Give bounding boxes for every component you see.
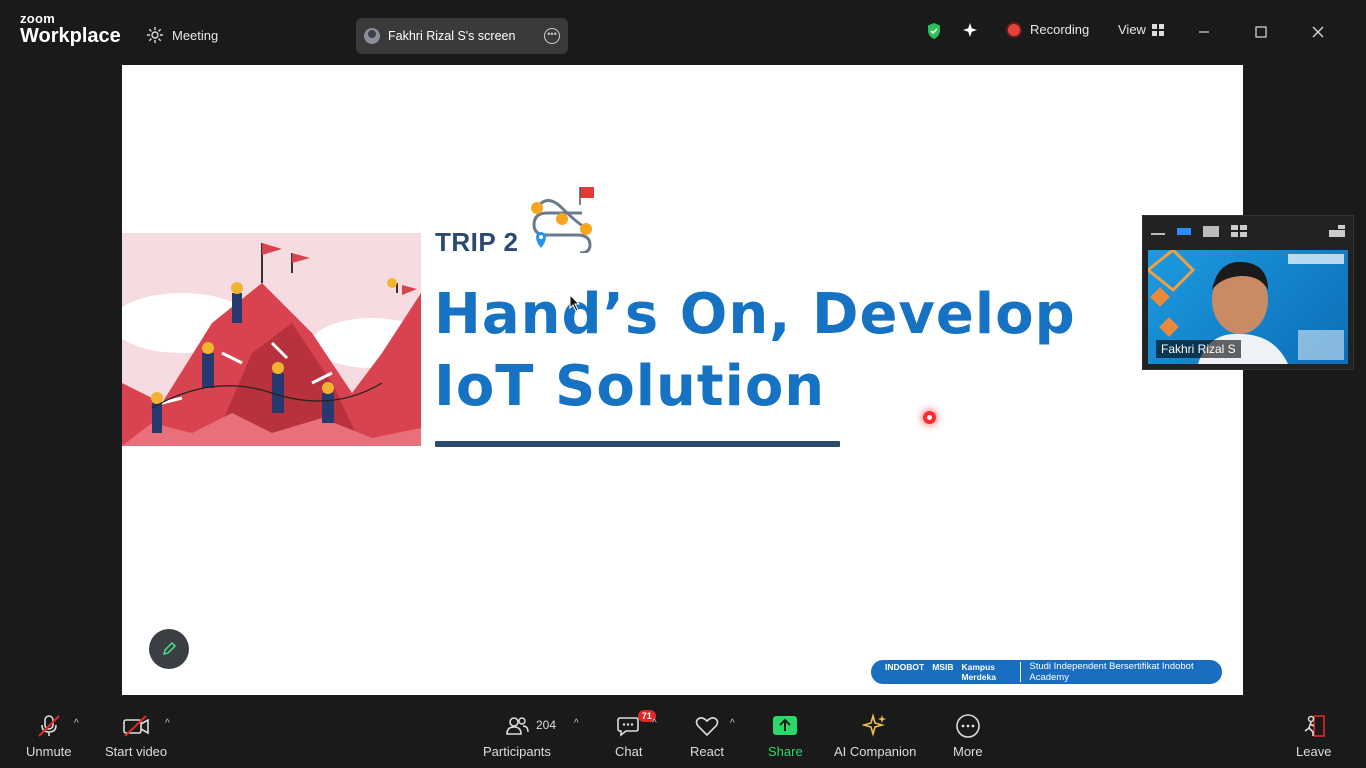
security-shield-icon[interactable]: [926, 22, 942, 40]
zoom-logo: zoom Workplace: [20, 12, 121, 46]
more-ellipsis-icon: [955, 712, 981, 740]
laser-pointer-icon: [923, 411, 936, 424]
more-options-icon[interactable]: •••: [544, 28, 560, 44]
meeting-label: Meeting: [172, 27, 219, 43]
share-button[interactable]: Share: [768, 712, 803, 759]
more-label: More: [953, 744, 983, 759]
minimize-video-icon[interactable]: [1151, 233, 1165, 235]
chat-icon: 71: [616, 710, 656, 740]
pop-out-icon[interactable]: [1329, 225, 1345, 237]
top-bar: zoom Workplace Meeting Fakhri Rizal S's …: [0, 0, 1366, 66]
zoom-window: zoom Workplace Meeting Fakhri Rizal S's …: [0, 0, 1366, 768]
video-off-icon: [122, 712, 150, 740]
speaker-view-icon[interactable]: [1177, 227, 1191, 235]
meeting-info-button[interactable]: Meeting: [146, 26, 218, 44]
footer-text: Studi Independent Bersertifikat Indobot …: [1029, 661, 1194, 683]
grid-view-icon: [1151, 23, 1164, 36]
heart-icon: [694, 712, 720, 740]
annotate-pen-button[interactable]: [149, 629, 189, 669]
recording-dot-icon: [1008, 23, 1020, 36]
leave-label: Leave: [1296, 744, 1332, 759]
view-button[interactable]: View: [1118, 22, 1164, 37]
chat-button[interactable]: 71 Chat: [615, 710, 656, 759]
recording-label: Recording: [1030, 22, 1090, 37]
screen-share-pill[interactable]: Fakhri Rizal S's screen •••: [356, 18, 568, 54]
participants-icon: [504, 712, 530, 740]
participants-label: Participants: [483, 744, 551, 759]
logo-workplace-text: Workplace: [20, 25, 121, 47]
headline-line-2: IoT Solution: [434, 354, 826, 419]
slide-headline: Hand’s On, Develop IoT Solution: [434, 279, 1076, 423]
share-screen-icon: [772, 712, 798, 740]
react-options-chevron-icon[interactable]: ^: [730, 718, 735, 729]
screen-share-label: Fakhri Rizal S's screen: [388, 29, 516, 43]
participant-name-tag: Fakhri Rizal S: [1156, 340, 1241, 358]
meeting-info-icon: [147, 27, 163, 43]
unmute-button[interactable]: Unmute: [26, 712, 72, 759]
participant-video: Fakhri Rizal S: [1148, 250, 1348, 364]
mountain-climbing-illustration: [122, 233, 421, 446]
maximize-window-icon[interactable]: [1253, 24, 1269, 40]
participants-options-chevron-icon[interactable]: ^: [574, 718, 579, 729]
unmute-label: Unmute: [26, 744, 72, 759]
route-map-icon: [531, 187, 594, 253]
react-button[interactable]: React: [690, 712, 724, 759]
logo-zoom-text: zoom: [20, 11, 56, 26]
leave-door-icon: [1301, 712, 1327, 740]
start-video-button[interactable]: Start video: [105, 712, 167, 759]
participants-count: 204: [536, 718, 557, 732]
chat-label: Chat: [615, 744, 643, 759]
thumbnail-view-icon[interactable]: [1203, 225, 1219, 237]
kampus-merdeka-logo-text: Kampus Merdeka: [961, 662, 996, 682]
trip-label: TRIP 2: [435, 227, 519, 257]
participant-video-thumbnail[interactable]: Fakhri Rizal S: [1142, 215, 1354, 370]
headline-underline: [435, 441, 840, 447]
microphone-muted-icon: [36, 712, 62, 740]
chat-options-chevron-icon[interactable]: ^: [652, 718, 657, 729]
video-options-chevron-icon[interactable]: ^: [165, 718, 170, 729]
recording-indicator[interactable]: Recording: [1008, 22, 1089, 37]
view-label: View: [1118, 22, 1146, 37]
share-label: Share: [768, 744, 803, 759]
more-button[interactable]: More: [953, 712, 983, 759]
presenter-avatar: [364, 28, 380, 44]
thumbnail-controls: [1143, 216, 1353, 246]
meeting-toolbar: Unmute ^ Start video ^ Participants 204 …: [0, 700, 1366, 768]
start-video-label: Start video: [105, 744, 168, 759]
shared-screen-slide: TRIP 2 Hand’s On, Develop IoT Solution I…: [122, 65, 1243, 695]
partner-logos: INDOBOT MSIB Kampus Merdeka: [885, 662, 1022, 682]
close-window-icon[interactable]: [1310, 24, 1326, 40]
leave-button[interactable]: Leave: [1296, 712, 1331, 759]
ai-companion-label: AI Companion: [834, 744, 917, 759]
indobot-logo-text: INDOBOT: [885, 662, 925, 672]
pencil-icon: [162, 641, 177, 656]
ai-sparkle-icon[interactable]: [962, 22, 978, 38]
ai-companion-icon: [862, 712, 888, 740]
msib-logo-text: MSIB: [932, 662, 954, 672]
minimize-window-icon[interactable]: [1196, 24, 1212, 40]
audio-options-chevron-icon[interactable]: ^: [74, 718, 79, 729]
headline-line-1: Hand’s On, Develop: [434, 282, 1076, 347]
slide-footer-badge: INDOBOT MSIB Kampus Merdeka Studi Indepe…: [871, 660, 1222, 684]
mouse-cursor-icon: [569, 294, 581, 312]
react-label: React: [690, 744, 724, 759]
gallery-view-icon[interactable]: [1231, 225, 1247, 237]
ai-companion-button[interactable]: AI Companion: [834, 712, 916, 759]
